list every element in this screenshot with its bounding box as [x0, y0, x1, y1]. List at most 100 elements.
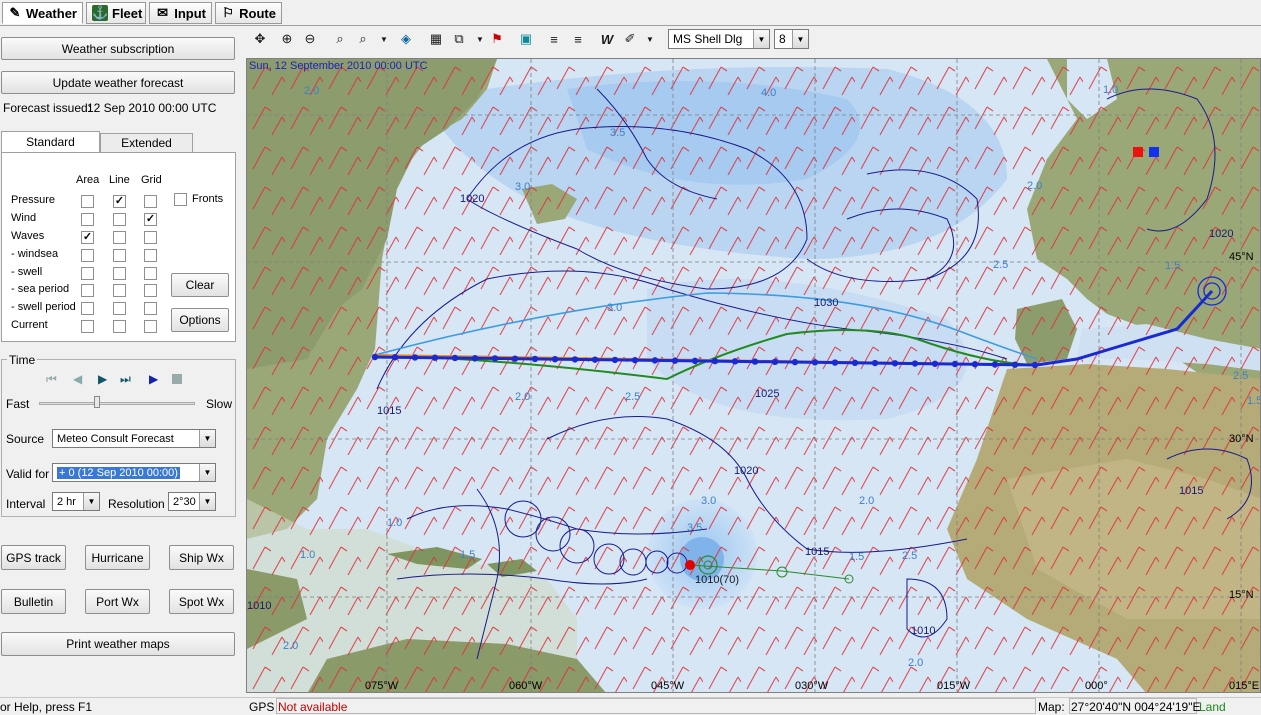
- speed-slider-thumb[interactable]: [94, 396, 100, 408]
- route-waypoint: [511, 355, 519, 362]
- play-icon[interactable]: ▶: [149, 372, 158, 386]
- layer-grid-checkbox[interactable]: [144, 249, 157, 262]
- fit-map-icon[interactable]: ◈: [396, 30, 416, 48]
- chevron-down-icon: ▼: [792, 30, 808, 48]
- weather-subscription-button[interactable]: Weather subscription: [1, 37, 235, 60]
- source-select[interactable]: Meteo Consult Forecast ▼: [52, 429, 216, 448]
- fleet-marker-red: [1133, 147, 1143, 157]
- tab-route[interactable]: ⚐ Route: [215, 2, 282, 24]
- isobar-label: 1020: [1209, 228, 1233, 240]
- resolution-select[interactable]: 2°30 ▼: [168, 492, 216, 511]
- forecast-issued-label: Forecast issued:: [3, 101, 92, 115]
- stop-icon[interactable]: [172, 374, 182, 384]
- layer-area-checkbox[interactable]: [81, 284, 94, 297]
- layer-line-checkbox[interactable]: [113, 231, 126, 244]
- port-wx-button[interactable]: Port Wx: [85, 589, 150, 614]
- latitude-label: 45°N: [1229, 251, 1254, 263]
- chevron-down-icon[interactable]: ▼: [640, 30, 660, 48]
- valid-for-label: Valid for: [6, 467, 50, 481]
- tab-fleet[interactable]: ⚓ Fleet: [86, 2, 146, 24]
- grid-icon[interactable]: ▦: [426, 30, 446, 48]
- route-waypoint: [751, 358, 759, 365]
- layer-area-checkbox[interactable]: [81, 267, 94, 280]
- paint-icon[interactable]: ✐: [620, 30, 640, 48]
- route-waypoint: [871, 359, 879, 367]
- frame-icon[interactable]: ▣: [516, 30, 536, 48]
- valid-for-select[interactable]: + 0 (12 Sep 2010 00:00) ▼: [52, 463, 216, 482]
- longitude-label: 045°W: [651, 680, 685, 692]
- font-size-select[interactable]: 8 ▼: [774, 29, 809, 49]
- layer-area-checkbox[interactable]: [81, 195, 94, 208]
- wave-height-label: 1.5: [849, 551, 864, 563]
- layer-line-checkbox[interactable]: [113, 302, 126, 315]
- subtab-standard[interactable]: Standard: [1, 131, 100, 153]
- chevron-down-icon: ▼: [199, 430, 215, 447]
- longitude-label: 075°W: [365, 680, 399, 692]
- route-waypoint: [631, 356, 639, 364]
- layer-line-checkbox[interactable]: [113, 213, 126, 226]
- layer-area-checkbox[interactable]: [81, 302, 94, 315]
- clear-button[interactable]: Clear: [171, 273, 229, 297]
- tab-weather[interactable]: ✎ Weather: [2, 2, 83, 24]
- layers-icon[interactable]: ⧉: [449, 30, 469, 48]
- step-back-icon[interactable]: ◀: [73, 372, 82, 386]
- zoom-out-icon[interactable]: ⊖: [300, 30, 320, 48]
- spot-wx-button[interactable]: Spot Wx: [169, 589, 234, 614]
- gps-track-button[interactable]: GPS track: [1, 545, 66, 570]
- wave-height-label: 1.5: [1247, 395, 1261, 407]
- update-forecast-button[interactable]: Update weather forecast: [1, 71, 235, 94]
- layer-grid-checkbox[interactable]: [144, 267, 157, 280]
- layer-line-checkbox[interactable]: [113, 284, 126, 297]
- pan-icon[interactable]: ✥: [250, 30, 270, 48]
- layer-area-checkbox[interactable]: [81, 249, 94, 262]
- layer-area-checkbox[interactable]: [81, 213, 94, 226]
- tab-input[interactable]: ✉ Input: [149, 2, 212, 24]
- zoom-area-icon[interactable]: ⌕: [330, 30, 350, 48]
- flag-icon[interactable]: ⚑: [487, 30, 507, 48]
- layer-grid-checkbox[interactable]: [144, 302, 157, 315]
- interval-label: Interval: [6, 497, 46, 511]
- layer-line-checkbox[interactable]: [113, 249, 126, 262]
- options-button[interactable]: Options: [171, 308, 229, 332]
- zoom-preset-icon[interactable]: ⌕: [353, 30, 373, 48]
- layer-grid-checkbox[interactable]: [144, 320, 157, 333]
- weather-text-icon[interactable]: W: [597, 30, 617, 48]
- align-top-icon[interactable]: ≡: [544, 30, 564, 48]
- chevron-down-icon[interactable]: ▼: [374, 30, 394, 48]
- skip-end-icon[interactable]: ⏭: [120, 372, 131, 387]
- layer-area-checkbox[interactable]: [81, 320, 94, 333]
- route-waypoint: [831, 359, 839, 366]
- layer-row-label: Waves: [11, 230, 45, 242]
- layer-area-checkbox[interactable]: ✓: [81, 231, 94, 244]
- skip-start-icon[interactable]: ⏮: [46, 372, 57, 387]
- hurricane-label: 1010(70): [695, 574, 740, 586]
- gps-panel: [276, 698, 1036, 714]
- layer-line-checkbox[interactable]: ✓: [113, 195, 126, 208]
- layer-line-checkbox[interactable]: [113, 320, 126, 333]
- hurricane-button[interactable]: Hurricane: [85, 545, 150, 570]
- bulletin-button[interactable]: Bulletin: [1, 589, 66, 614]
- weather-map[interactable]: 1020 1015 1030 1025 1020 1015 1010 1020 1015 1010…: [246, 58, 1261, 693]
- fleet-icon: ⚓: [92, 5, 109, 21]
- layer-grid-checkbox[interactable]: [144, 231, 157, 244]
- step-forward-icon[interactable]: ▶: [98, 372, 107, 386]
- print-weather-maps-button[interactable]: Print weather maps: [1, 632, 235, 656]
- layer-grid-checkbox[interactable]: ✓: [144, 213, 157, 226]
- fronts-checkbox[interactable]: [174, 193, 187, 206]
- zoom-in-icon[interactable]: ⊕: [277, 30, 297, 48]
- ship-wx-button[interactable]: Ship Wx: [169, 545, 234, 570]
- align-bottom-icon[interactable]: ≡: [568, 30, 588, 48]
- font-select[interactable]: MS Shell Dlg ▼: [668, 29, 770, 49]
- layer-line-checkbox[interactable]: [113, 267, 126, 280]
- speed-slider[interactable]: [39, 402, 195, 405]
- route-waypoint: [711, 357, 719, 365]
- interval-select[interactable]: 2 hr ▼: [52, 492, 100, 511]
- subtab-extended[interactable]: Extended: [100, 133, 193, 153]
- route-waypoint: [431, 354, 439, 361]
- layer-grid-checkbox[interactable]: [144, 284, 157, 297]
- wave-height-label: 2.0: [515, 391, 530, 403]
- chevron-down-icon: ▼: [199, 493, 215, 510]
- layer-grid-checkbox[interactable]: [144, 195, 157, 208]
- wave-height-label: 2.5: [993, 259, 1008, 271]
- route-waypoint: [371, 353, 379, 361]
